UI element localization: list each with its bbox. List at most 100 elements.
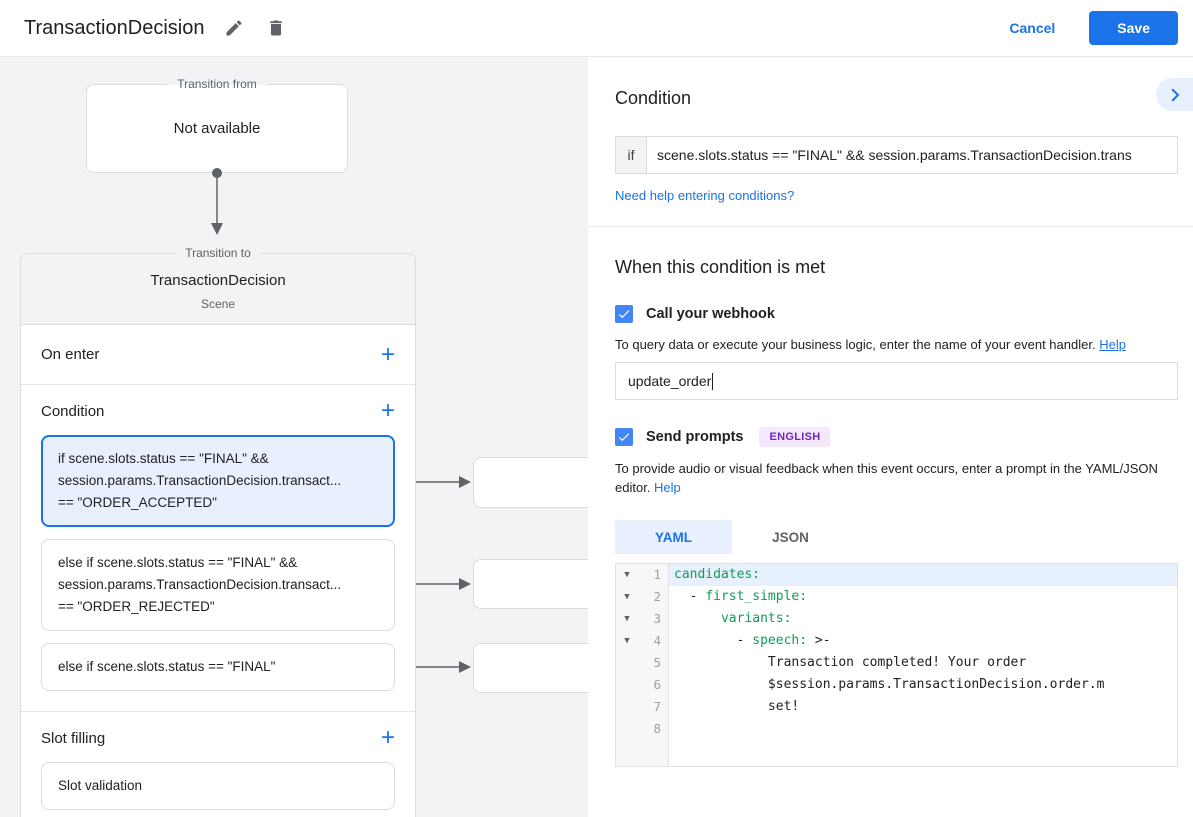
editor-line[interactable]: 7 set! — [616, 696, 1177, 718]
yaml-code-editor[interactable]: ▼1candidates:▼2 - first_simple:▼3 varian… — [615, 563, 1178, 767]
condition-card[interactable]: else if scene.slots.status == "FINAL" &&… — [41, 539, 395, 631]
transition-from-value: Not available — [174, 120, 261, 137]
editor-tab-bar: YAMLJSON — [615, 520, 1178, 554]
condition-card-text: session.params.TransactionDecision.trans… — [58, 470, 378, 492]
code-text: - first_simple: — [668, 586, 1177, 608]
code-text: set! — [668, 696, 1177, 718]
slot-validation-card[interactable]: Slot validation — [41, 762, 395, 810]
condition-expression-field[interactable]: if scene.slots.status == "FINAL" && sess… — [615, 136, 1178, 174]
add-condition-button[interactable]: + — [381, 399, 395, 423]
editor-line[interactable]: ▼4 - speech: >- — [616, 630, 1177, 652]
webhook-handler-input[interactable]: update_order — [615, 362, 1178, 400]
transition-from-box[interactable]: Transition from Not available — [86, 84, 348, 173]
condition-section-label: Condition — [41, 403, 104, 420]
delete-button[interactable] — [264, 16, 288, 40]
call-webhook-label: Call your webhook — [646, 306, 775, 322]
scene-diagram-canvas: Transition from Not available Transition… — [0, 57, 588, 817]
chevron-right-icon — [1166, 86, 1184, 104]
condition-card-text: session.params.TransactionDecision.trans… — [58, 574, 378, 596]
language-badge: ENGLISH — [759, 427, 830, 447]
editor-line[interactable]: 6 $session.params.TransactionDecision.or… — [616, 674, 1177, 696]
condition-expression-input[interactable]: scene.slots.status == "FINAL" && session… — [647, 137, 1177, 173]
slot-filling-section: Slot filling + Slot validation — [21, 712, 415, 817]
conditions-help-link[interactable]: Need help entering conditions? — [615, 188, 794, 203]
save-button[interactable]: Save — [1089, 11, 1178, 45]
editor-line[interactable]: ▼2 - first_simple: — [616, 586, 1177, 608]
tab-yaml[interactable]: YAML — [615, 520, 732, 554]
scene-subtitle: Scene — [21, 297, 415, 311]
call-webhook-row: Call your webhook — [615, 305, 1178, 323]
condition-section: Condition + if scene.slots.status == "FI… — [21, 385, 415, 712]
pencil-icon — [224, 18, 244, 38]
cancel-button[interactable]: Cancel — [1009, 20, 1055, 36]
text-cursor — [712, 373, 713, 390]
condition-card[interactable]: if scene.slots.status == "FINAL" &&sessi… — [41, 435, 395, 527]
editor-line[interactable]: ▼1candidates: — [616, 564, 1177, 586]
send-prompts-label: Send prompts — [646, 429, 743, 445]
transition-from-label: Transition from — [167, 77, 267, 92]
header-bar: TransactionDecision Cancel Save — [0, 0, 1193, 57]
editor-line[interactable]: ▼3 variants: — [616, 608, 1177, 630]
condition-card-text: if scene.slots.status == "FINAL" && — [58, 448, 378, 470]
condition-card[interactable]: else if scene.slots.status == "FINAL" — [41, 643, 395, 691]
fold-gutter — [616, 696, 638, 718]
code-text: variants: — [668, 608, 1177, 630]
fold-gutter — [616, 718, 638, 740]
condition-editor-panel: Condition if scene.slots.status == "FINA… — [588, 57, 1193, 817]
line-number: 8 — [638, 718, 668, 740]
line-number: 2 — [638, 586, 668, 608]
if-prefix-label: if — [616, 137, 647, 173]
fold-gutter — [616, 674, 638, 696]
condition-card-text: == "ORDER_REJECTED" — [58, 596, 378, 618]
checkmark-icon — [617, 430, 631, 444]
send-prompts-row: Send prompts ENGLISH — [615, 427, 1178, 447]
condition-card-text: == "ORDER_ACCEPTED" — [58, 492, 378, 514]
prompts-helper-text: To provide audio or visual feedback when… — [615, 459, 1160, 497]
code-text — [668, 718, 1177, 740]
send-prompts-checkbox[interactable] — [615, 428, 633, 446]
webhook-help-link[interactable]: Help — [1099, 337, 1126, 352]
on-enter-section: On enter + — [21, 325, 415, 385]
when-condition-heading: When this condition is met — [615, 257, 1178, 278]
code-text: $session.params.TransactionDecision.orde… — [668, 674, 1177, 696]
tab-json[interactable]: JSON — [732, 520, 849, 554]
line-number: 4 — [638, 630, 668, 652]
on-enter-label: On enter — [41, 346, 99, 363]
condition-card-text: else if scene.slots.status == "FINAL" — [58, 656, 378, 678]
editor-line[interactable]: 5 Transaction completed! Your order — [616, 652, 1177, 674]
editor-line[interactable]: 8 — [616, 718, 1177, 740]
transition-to-label: Transition to — [175, 246, 261, 261]
transition-target-box[interactable] — [473, 457, 588, 508]
fold-arrow-icon[interactable]: ▼ — [616, 564, 638, 586]
code-text: - speech: >- — [668, 630, 1177, 652]
line-number: 6 — [638, 674, 668, 696]
transition-target-box[interactable] — [473, 559, 588, 609]
checkmark-icon — [617, 307, 631, 321]
fold-arrow-icon[interactable]: ▼ — [616, 586, 638, 608]
line-number: 1 — [638, 564, 668, 586]
code-text: Transaction completed! Your order — [668, 652, 1177, 674]
condition-heading: Condition — [615, 88, 1178, 109]
code-text: candidates: — [669, 564, 1177, 586]
fold-gutter — [616, 652, 638, 674]
transition-to-box: Transition to TransactionDecision Scene … — [20, 253, 416, 817]
trash-icon — [266, 18, 286, 38]
condition-card-text: else if scene.slots.status == "FINAL" && — [58, 552, 378, 574]
add-slot-button[interactable]: + — [381, 726, 395, 750]
fold-arrow-icon[interactable]: ▼ — [616, 630, 638, 652]
slot-filling-label: Slot filling — [41, 730, 105, 747]
scene-title: TransactionDecision — [21, 270, 415, 291]
add-on-enter-button[interactable]: + — [381, 343, 395, 367]
transition-target-box[interactable] — [473, 643, 588, 693]
page-title: TransactionDecision — [24, 17, 204, 40]
fold-arrow-icon[interactable]: ▼ — [616, 608, 638, 630]
prompts-help-link[interactable]: Help — [654, 480, 681, 495]
scene-header[interactable]: TransactionDecision Scene — [21, 254, 415, 325]
line-number: 7 — [638, 696, 668, 718]
collapse-panel-button[interactable] — [1156, 78, 1193, 111]
condition-card-list: if scene.slots.status == "FINAL" &&sessi… — [41, 435, 395, 691]
call-webhook-checkbox[interactable] — [615, 305, 633, 323]
line-number: 3 — [638, 608, 668, 630]
edit-button[interactable] — [222, 16, 246, 40]
section-divider — [588, 226, 1193, 227]
